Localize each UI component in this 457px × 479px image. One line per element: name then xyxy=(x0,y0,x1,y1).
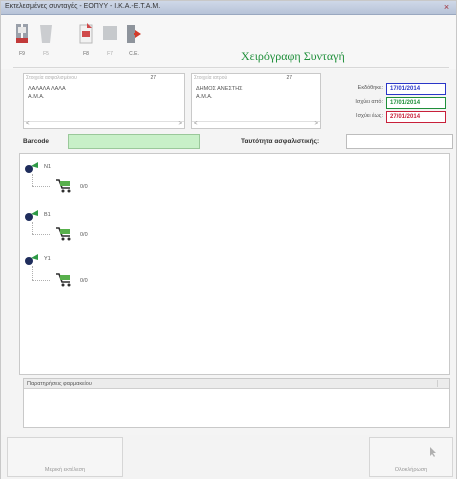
prescription-tree[interactable]: Ν1 0/0 Β1 0/0 Υ1 0/0 xyxy=(19,153,450,375)
save-button-label: F9 xyxy=(19,51,25,57)
patient-count: 27 xyxy=(150,75,156,81)
drug-node-icon xyxy=(25,254,38,265)
cart-icon xyxy=(56,273,71,287)
toolbar: F9 F5 F8 F7 C.E. Χειρόγραφη Συνταγή xyxy=(1,15,456,69)
tree-child[interactable]: 0/0 xyxy=(54,270,144,287)
tree-node-label: Ν1 xyxy=(44,164,52,170)
doctor-listbox[interactable]: Στοιχεία ιατρού 27 ΔΗΜΟΣ ΑΝΕΣΤΗΣ Α.Μ.Α. … xyxy=(191,73,321,129)
grey-box-icon xyxy=(103,26,117,40)
notes-header: Παρατηρήσεις φαρμακείου xyxy=(24,379,449,389)
doctor-header: Στοιχεία ιατρού 27 xyxy=(194,75,318,83)
complete-label: Ολοκλήρωση xyxy=(394,467,428,473)
tree-child-label: 0/0 xyxy=(80,184,88,190)
form-title: Χειρόγραφη Συνταγή xyxy=(241,49,345,63)
valid-from-label: Ισχύει από: xyxy=(355,99,383,105)
document-red-icon xyxy=(79,23,93,44)
app-window: Εκτελεσμένες συνταγές - ΕΟΠΥΥ - Ι.Κ.Α.-Ε… xyxy=(0,0,457,479)
exit-button-label: C.E. xyxy=(129,51,139,57)
scroll-left-icon[interactable]: < xyxy=(194,121,198,127)
scroll-left-icon[interactable]: < xyxy=(26,121,30,127)
tree-connector xyxy=(32,186,50,187)
tree-child[interactable]: 0/0 xyxy=(54,224,144,241)
complete-button[interactable]: Ολοκλήρωση xyxy=(369,437,453,477)
tree-node[interactable]: Ν1 xyxy=(24,160,144,174)
patient-ama: Α.Μ.Α. xyxy=(28,94,45,100)
partial-execution-label: Μερική εκτέλεση xyxy=(44,467,86,473)
tree-node[interactable]: Β1 xyxy=(24,208,144,222)
grey-box-button-label: F7 xyxy=(107,51,113,57)
window-title: Εκτελεσμένες συνταγές - ΕΟΠΥΥ - Ι.Κ.Α.-Ε… xyxy=(5,3,161,10)
card-label: Ταυτότητα ασφαλιστικής: xyxy=(241,138,320,145)
doctor-hscrollbar[interactable]: < > xyxy=(192,121,320,128)
pharmacy-notes[interactable]: Παρατηρήσεις φαρμακείου xyxy=(23,378,450,428)
cart-icon xyxy=(56,179,71,193)
toolbar-divider xyxy=(13,67,449,68)
patient-name: ΛΑΛΑΛΑ ΛΑΛΑ xyxy=(28,86,66,92)
valid-to-label: Ισχύει έως: xyxy=(356,113,383,119)
save-disk-icon xyxy=(16,24,28,43)
barcode-row: Barcode Ταυτότητα ασφαλιστικής: xyxy=(23,134,453,150)
card-input[interactable] xyxy=(346,134,453,149)
tree-connector xyxy=(32,280,50,281)
partial-execution-button[interactable]: Μερική εκτέλεση xyxy=(7,437,123,477)
scroll-right-icon[interactable]: > xyxy=(314,121,318,127)
document-button-label: F8 xyxy=(83,51,89,57)
issued-date-row: Εκδόθηκε: 17/01/2014 xyxy=(331,83,451,95)
cart-icon xyxy=(56,227,71,241)
issued-date-label: Εκδόθηκε: xyxy=(357,85,383,91)
close-icon[interactable]: × xyxy=(441,2,452,13)
valid-from-row: Ισχύει από: 17/01/2014 xyxy=(331,97,451,109)
tree-connector xyxy=(32,266,33,280)
title-bar: Εκτελεσμένες συνταγές - ΕΟΠΥΥ - Ι.Κ.Α.-Ε… xyxy=(1,1,456,15)
cursor-icon xyxy=(430,447,436,457)
grey-box-button[interactable]: F7 xyxy=(99,21,121,61)
scroll-right-icon[interactable]: > xyxy=(178,121,182,127)
valid-to-row: Ισχύει έως: 27/01/2014 xyxy=(331,111,451,123)
notes-header-label: Παρατηρήσεις φαρμακείου xyxy=(27,381,92,387)
cup-button-label: F5 xyxy=(43,51,49,57)
doctor-ama: Α.Μ.Α. xyxy=(196,94,213,100)
valid-from-field[interactable]: 17/01/2014 xyxy=(386,97,446,109)
exit-button[interactable]: C.E. xyxy=(123,21,145,61)
drug-node-icon xyxy=(25,162,38,173)
notes-scrollbar[interactable] xyxy=(437,380,447,387)
barcode-label: Barcode xyxy=(23,138,50,145)
document-button[interactable]: F8 xyxy=(75,21,97,61)
tree-child[interactable]: 0/0 xyxy=(54,176,144,193)
valid-to-field[interactable]: 27/01/2014 xyxy=(386,111,446,123)
tree-node[interactable]: Υ1 xyxy=(24,252,144,266)
doctor-name: ΔΗΜΟΣ ΑΝΕΣΤΗΣ xyxy=(196,86,243,92)
patient-listbox[interactable]: Στοιχεία ασφαλισμένου 27 ΛΑΛΑΛΑ ΛΑΛΑ Α.Μ… xyxy=(23,73,185,129)
cup-icon xyxy=(40,25,52,43)
tree-connector xyxy=(32,234,50,235)
tree-connector xyxy=(32,174,33,186)
save-button[interactable]: F9 xyxy=(11,21,33,61)
exit-door-icon xyxy=(127,25,141,43)
cup-button[interactable]: F5 xyxy=(35,21,57,61)
patient-header-label: Στοιχεία ασφαλισμένου xyxy=(26,75,77,81)
issued-date-field[interactable]: 17/01/2014 xyxy=(386,83,446,95)
doctor-count: 27 xyxy=(286,75,292,81)
tree-node-label: Υ1 xyxy=(44,256,51,262)
drug-node-icon xyxy=(25,210,38,221)
bottom-bar: Μερική εκτέλεση Ολοκλήρωση xyxy=(1,435,456,479)
tree-child-label: 0/0 xyxy=(80,232,88,238)
barcode-input[interactable] xyxy=(68,134,200,149)
tree-child-label: 0/0 xyxy=(80,278,88,284)
tree-connector xyxy=(32,222,33,234)
patient-header: Στοιχεία ασφαλισμένου 27 xyxy=(26,75,182,83)
doctor-header-label: Στοιχεία ιατρού xyxy=(194,75,228,81)
patient-hscrollbar[interactable]: < > xyxy=(24,121,184,128)
tree-node-label: Β1 xyxy=(44,212,51,218)
